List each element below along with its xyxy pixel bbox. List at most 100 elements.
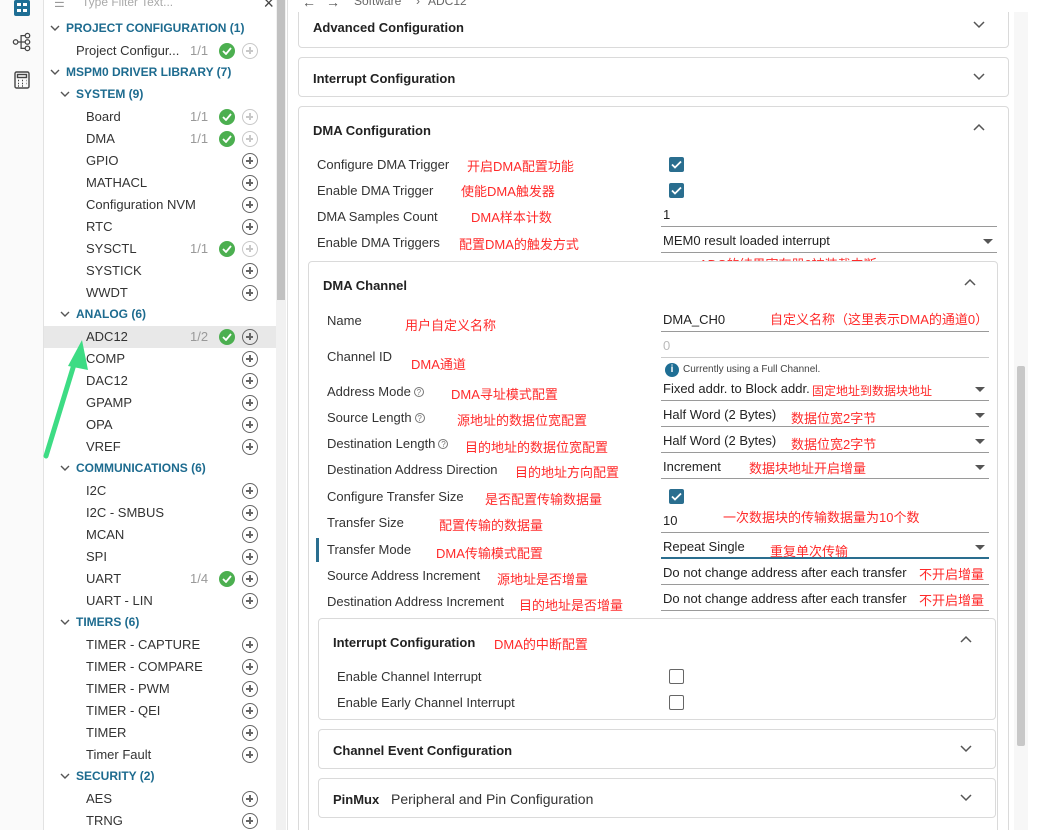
forward-arrow-icon[interactable]: → <box>326 0 340 10</box>
tree-item[interactable]: UART - LIN <box>44 590 276 612</box>
filter-icon[interactable]: ☰ <box>54 0 65 10</box>
channel-info-text: Currently using a Full Channel. <box>683 364 821 375</box>
channel-event-section[interactable]: Channel Event Configuration <box>318 729 996 769</box>
dropdown-arrow-icon <box>975 545 985 550</box>
tree-item[interactable]: MATHACL <box>44 172 276 194</box>
chevron-down-icon[interactable] <box>60 89 70 99</box>
dma-samples-count-input[interactable]: 1 <box>661 205 997 227</box>
add-circle-icon[interactable] <box>242 725 258 741</box>
tree-item[interactable]: DMA 1/1 <box>44 128 276 150</box>
chevron-up-icon[interactable] <box>960 635 972 643</box>
enable-dma-trigger-checkbox[interactable] <box>669 183 684 198</box>
chevron-down-icon[interactable] <box>973 73 985 81</box>
add-circle-icon[interactable] <box>242 593 258 609</box>
tree-item[interactable]: TIMER - QEI <box>44 700 276 722</box>
breadcrumb-software[interactable]: Software <box>354 0 401 8</box>
annotation-arrow <box>43 340 88 459</box>
add-circle-icon[interactable] <box>242 747 258 763</box>
add-circle-icon[interactable] <box>242 439 258 455</box>
tree-item[interactable]: WWDT <box>44 282 276 304</box>
tree-item[interactable]: Project Configur... 1/1 <box>44 40 276 62</box>
chevron-down-icon[interactable] <box>973 21 985 29</box>
filter-input[interactable]: Type Filter Text... <box>82 0 173 9</box>
add-circle-icon[interactable] <box>242 659 258 675</box>
add-circle-icon[interactable] <box>242 351 258 367</box>
tree-group-header[interactable]: SYSTEM (9) <box>44 84 276 106</box>
add-circle-icon[interactable] <box>242 813 258 829</box>
tree-item[interactable]: TIMER - COMPARE <box>44 656 276 678</box>
close-icon[interactable]: × <box>263 0 274 14</box>
breadcrumb-adc12[interactable]: ADC12 <box>428 0 467 8</box>
chevron-down-icon[interactable] <box>60 309 70 319</box>
add-circle-icon[interactable] <box>242 571 258 587</box>
network-tree-icon[interactable] <box>12 32 32 52</box>
add-circle-icon[interactable] <box>242 681 258 697</box>
add-circle-icon[interactable] <box>242 637 258 653</box>
tree-item[interactable]: MCAN <box>44 524 276 546</box>
tree-group-header[interactable]: PROJECT CONFIGURATION (1) <box>44 18 276 40</box>
sidebar-scrollbar-thumb[interactable] <box>277 0 285 300</box>
tree-item[interactable]: Timer Fault <box>44 744 276 766</box>
add-circle-icon[interactable] <box>242 373 258 389</box>
tree-item[interactable]: AES <box>44 788 276 810</box>
add-circle-icon[interactable] <box>242 219 258 235</box>
tree-group-header[interactable]: ANALOG (6) <box>44 304 276 326</box>
tree-item[interactable]: TIMER - PWM <box>44 678 276 700</box>
chevron-down-icon[interactable] <box>60 617 70 627</box>
add-circle-icon[interactable] <box>242 285 258 301</box>
tree-item[interactable]: RTC <box>44 216 276 238</box>
configure-dma-trigger-checkbox[interactable] <box>669 157 684 172</box>
chevron-down-icon[interactable] <box>960 745 972 753</box>
chevron-down-icon[interactable] <box>60 771 70 781</box>
advanced-config-section[interactable]: Advanced Configuration <box>298 12 1009 48</box>
add-circle-icon[interactable] <box>242 527 258 543</box>
tree-item[interactable]: I2C <box>44 480 276 502</box>
tree-item[interactable]: TIMER - CAPTURE <box>44 634 276 656</box>
add-circle-icon[interactable] <box>242 505 258 521</box>
config-view-icon[interactable] <box>12 0 32 18</box>
tree-item-label: SECURITY (2) <box>76 769 155 783</box>
tree-item[interactable]: Configuration NVM <box>44 194 276 216</box>
main-scrollbar[interactable] <box>1014 12 1028 830</box>
main-scrollbar-thumb[interactable] <box>1017 366 1025 746</box>
add-circle-icon[interactable] <box>242 417 258 433</box>
sidebar-scrollbar[interactable] <box>276 0 286 830</box>
configure-transfer-size-checkbox[interactable] <box>669 489 684 504</box>
chevron-down-icon[interactable] <box>50 23 60 33</box>
tree-item[interactable]: TIMER <box>44 722 276 744</box>
add-circle-icon[interactable] <box>242 791 258 807</box>
tree-item[interactable]: TRNG <box>44 810 276 830</box>
add-circle-icon[interactable] <box>242 175 258 191</box>
chevron-down-icon[interactable] <box>50 67 60 77</box>
enable-dma-triggers-select[interactable]: MEM0 result loaded interrupt <box>661 231 997 253</box>
add-circle-icon[interactable] <box>242 329 258 345</box>
chevron-down-icon[interactable] <box>960 794 972 802</box>
tree-group-header[interactable]: TIMERS (6) <box>44 612 276 634</box>
back-arrow-icon[interactable]: ← <box>302 0 316 10</box>
chevron-up-icon[interactable] <box>964 278 976 286</box>
tree-item[interactable]: UART 1/4 <box>44 568 276 590</box>
add-circle-icon[interactable] <box>242 483 258 499</box>
tree-group-header[interactable]: SECURITY (2) <box>44 766 276 788</box>
add-circle-icon[interactable] <box>242 153 258 169</box>
tree-item[interactable]: Board 1/1 <box>44 106 276 128</box>
add-circle-icon[interactable] <box>242 395 258 411</box>
tree-item[interactable]: SPI <box>44 546 276 568</box>
interrupt-config-section[interactable]: Interrupt Configuration <box>298 57 1009 97</box>
enable-early-channel-interrupt-checkbox[interactable] <box>669 695 684 710</box>
add-circle-icon[interactable] <box>242 197 258 213</box>
annotation: 数据位宽2字节 <box>791 411 877 426</box>
add-circle-icon[interactable] <box>242 703 258 719</box>
tree-item[interactable]: SYSTICK <box>44 260 276 282</box>
add-circle-icon[interactable] <box>242 263 258 279</box>
tree-item[interactable]: GPIO <box>44 150 276 172</box>
dropdown-arrow-icon <box>975 465 985 470</box>
tree-item[interactable]: SYSCTL 1/1 <box>44 238 276 260</box>
chevron-up-icon[interactable] <box>973 123 985 131</box>
pinmux-section[interactable]: PinMux Peripheral and Pin Configuration <box>318 778 996 818</box>
calculator-icon[interactable] <box>12 70 32 90</box>
add-circle-icon[interactable] <box>242 549 258 565</box>
enable-channel-interrupt-checkbox[interactable] <box>669 669 684 684</box>
tree-item[interactable]: I2C - SMBUS <box>44 502 276 524</box>
tree-group-header[interactable]: MSPM0 DRIVER LIBRARY (7) <box>44 62 276 84</box>
